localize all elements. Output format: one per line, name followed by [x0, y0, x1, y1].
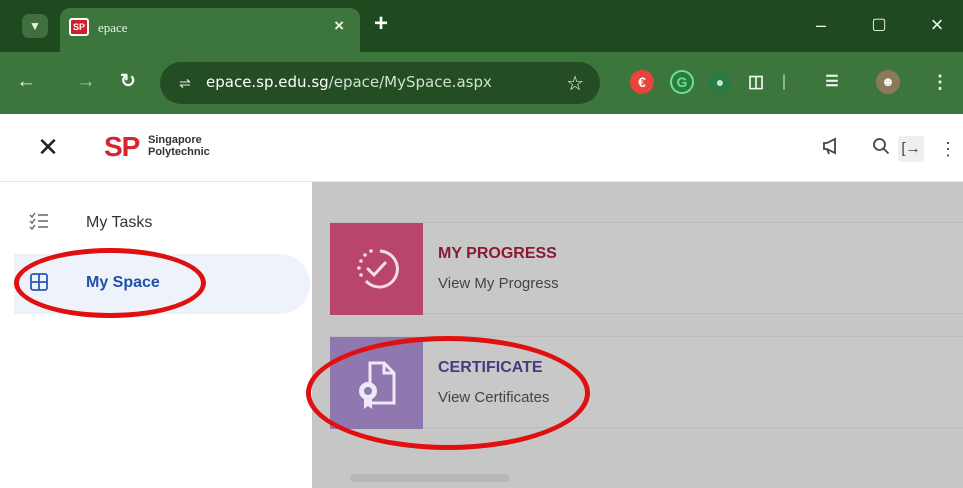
url-domain: epace.sp.edu.sg — [206, 73, 329, 91]
reload-icon[interactable]: ↻ — [114, 68, 142, 96]
card-title: MY PROGRESS — [438, 245, 557, 262]
grammarly-icon[interactable]: G — [670, 70, 694, 94]
browser-tab-strip: ▼ SP epace × + – ▢ × — [0, 0, 963, 52]
app-header: ✕ SP Singapore Polytechnic [→ ⋮ — [0, 114, 963, 182]
sidebar-item-my-tasks[interactable]: My Tasks — [14, 194, 310, 254]
card-title: CERTIFICATE — [438, 359, 543, 376]
search-icon[interactable] — [868, 136, 894, 162]
new-tab-button[interactable]: + — [374, 12, 388, 36]
site-info-icon[interactable]: ⇌ — [174, 72, 196, 94]
browser-menu-icon[interactable]: ⋮ — [928, 70, 952, 94]
maximize-button[interactable]: ▢ — [864, 11, 894, 39]
sp-logo-text: Singapore Polytechnic — [148, 134, 210, 158]
more-options-icon[interactable]: ⋮ — [938, 136, 958, 162]
close-menu-icon[interactable]: ✕ — [36, 134, 60, 160]
megaphone-icon[interactable] — [818, 136, 844, 162]
browser-tab[interactable]: SP epace × — [60, 8, 360, 52]
url-text[interactable]: epace.sp.edu.sg/epace/MySpace.aspx — [206, 73, 492, 91]
my-progress-card[interactable]: MY PROGRESS View My Progress — [330, 222, 963, 315]
address-bar[interactable]: ⇌ epace.sp.edu.sg/epace/MySpace.aspx ☆ — [160, 62, 600, 104]
extension-red-icon[interactable]: € — [630, 70, 654, 94]
extension-green-icon[interactable]: ● — [708, 70, 732, 94]
grid-icon — [28, 272, 50, 294]
certificate-card[interactable]: CERTIFICATE View Certificates — [330, 336, 963, 429]
minimize-button[interactable]: – — [806, 11, 836, 39]
logo-line-1: Singapore — [148, 134, 202, 146]
partial-text-blur — [350, 474, 510, 482]
card-subtitle: View Certificates — [438, 389, 550, 406]
forward-arrow-icon[interactable]: → — [72, 68, 100, 96]
profile-avatar[interactable]: ☻ — [876, 70, 900, 94]
back-arrow-icon[interactable]: ← — [12, 68, 40, 96]
reading-list-icon[interactable]: ☰ — [820, 70, 844, 94]
sp-favicon-icon: SP — [69, 18, 89, 36]
progress-check-icon — [330, 223, 423, 315]
tab-title: epace — [98, 20, 128, 35]
sidebar-item-my-space[interactable]: My Space — [14, 254, 310, 314]
bookmark-star-icon[interactable]: ☆ — [566, 71, 584, 96]
sidebar-item-label: My Tasks — [86, 214, 153, 231]
logout-icon[interactable]: [→ — [898, 136, 924, 162]
toolbar-divider: | — [781, 73, 787, 90]
sp-logo-mark: SP — [104, 131, 140, 162]
card-subtitle: View My Progress — [438, 275, 559, 292]
main-content: MY PROGRESS View My Progress CERTIFICATE… — [312, 182, 963, 488]
sidebar: My Tasks My Space — [0, 182, 312, 488]
task-list-icon — [28, 212, 50, 234]
sidebar-item-label: My Space — [86, 274, 160, 291]
browser-toolbar: ← → ↻ ⇌ epace.sp.edu.sg/epace/MySpace.as… — [0, 52, 963, 114]
extensions-puzzle-icon[interactable]: ◫ — [744, 70, 768, 94]
window-close-button[interactable]: × — [922, 11, 952, 39]
certificate-icon — [330, 337, 423, 429]
logo-line-2: Polytechnic — [148, 146, 210, 158]
tab-search-button[interactable]: ▼ — [22, 14, 48, 38]
tab-close-icon[interactable]: × — [334, 16, 344, 36]
url-path: /epace/MySpace.aspx — [328, 73, 492, 91]
